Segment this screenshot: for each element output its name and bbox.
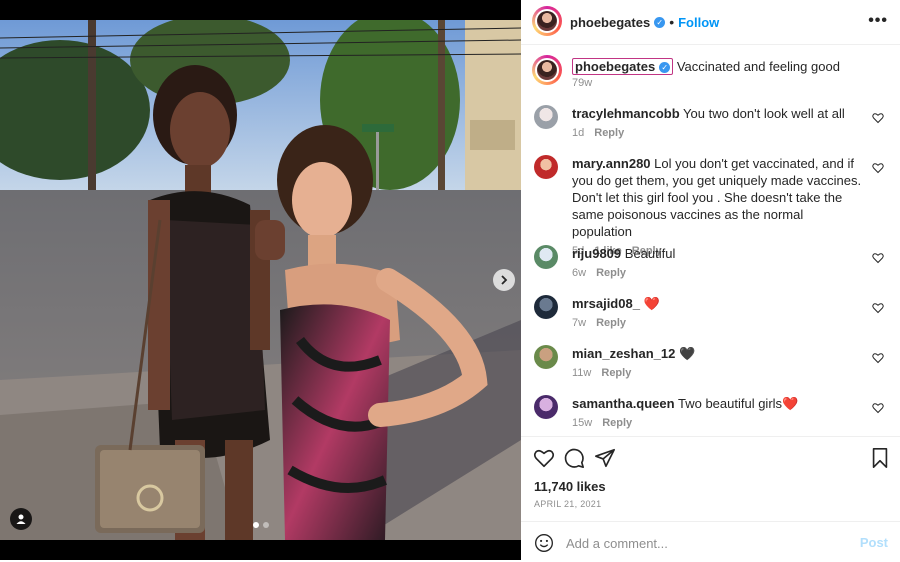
- carousel-dot: [263, 522, 269, 528]
- post-comment-button[interactable]: Post: [860, 535, 888, 550]
- like-comment-heart-icon[interactable]: [872, 302, 884, 314]
- post-photo[interactable]: [0, 20, 521, 540]
- post-date: APRIL 21, 2021: [534, 499, 602, 509]
- comment-username[interactable]: mian_zeshan_12: [572, 346, 675, 361]
- commenter-avatar[interactable]: [534, 395, 558, 419]
- comment-time[interactable]: 7w: [572, 317, 586, 329]
- emoji-smiley-icon[interactable]: [534, 533, 554, 553]
- comment-username[interactable]: riju9809: [572, 246, 621, 261]
- caption-avatar[interactable]: [532, 55, 562, 85]
- reply-button[interactable]: Reply: [596, 267, 626, 279]
- reply-button[interactable]: Reply: [596, 317, 626, 329]
- author-avatar[interactable]: [532, 6, 562, 36]
- comment-username[interactable]: mrsajid08_: [572, 296, 640, 311]
- post-side-panel: phoebegates ✓ • Follow ••• phoebegates ✓ …: [521, 0, 900, 560]
- commenter-avatar[interactable]: [534, 105, 558, 129]
- save-bookmark-icon[interactable]: [870, 447, 890, 469]
- like-heart-icon[interactable]: [533, 447, 555, 469]
- comment-text: 🖤: [678, 346, 696, 361]
- comment-text: Beautiful: [624, 246, 676, 261]
- comment-time[interactable]: 11w: [572, 367, 591, 379]
- post-actions: 11,740 likes APRIL 21, 2021 Post: [521, 436, 900, 561]
- chevron-right-icon: [501, 275, 508, 285]
- like-comment-heart-icon[interactable]: [872, 402, 884, 414]
- commenter-avatar[interactable]: [534, 245, 558, 269]
- comment-text: You two don't look well at all: [683, 106, 845, 121]
- comment-bubble-icon[interactable]: [563, 447, 585, 469]
- like-comment-heart-icon[interactable]: [872, 352, 884, 364]
- comment-username[interactable]: mary.ann280: [572, 156, 651, 171]
- carousel-dot-active: [253, 522, 259, 528]
- comment-time[interactable]: 15w: [572, 417, 592, 429]
- comments-list[interactable]: phoebegates ✓ Vaccinated and feeling good…: [521, 45, 900, 435]
- commenter-avatar[interactable]: [534, 295, 558, 319]
- caption-time[interactable]: 79w: [572, 77, 592, 89]
- carousel-next-button[interactable]: [493, 269, 515, 291]
- reply-button[interactable]: Reply: [594, 127, 624, 139]
- comment-text: Two beautiful girls❤️: [677, 396, 799, 411]
- media-letterbox-bottom: [0, 540, 521, 560]
- commenter-avatar[interactable]: [534, 155, 558, 179]
- likes-count[interactable]: 11,740 likes: [534, 479, 606, 494]
- comment-username[interactable]: samantha.queen: [572, 396, 675, 411]
- add-comment-input[interactable]: [564, 532, 838, 554]
- more-horizontal-icon[interactable]: •••: [868, 12, 888, 30]
- instagram-post-modal: phoebegates ✓ • Follow ••• phoebegates ✓ …: [0, 0, 900, 560]
- verified-badge-icon: ✓: [659, 62, 671, 74]
- caption-text: Vaccinated and feeling good: [676, 59, 840, 74]
- commenter-avatar[interactable]: [534, 345, 558, 369]
- reply-button[interactable]: Reply: [601, 367, 631, 379]
- share-paper-plane-icon[interactable]: [594, 447, 616, 469]
- like-comment-heart-icon[interactable]: [872, 112, 884, 124]
- comment-time[interactable]: 1d: [572, 127, 584, 139]
- post-header: phoebegates ✓ • Follow •••: [521, 0, 900, 45]
- header-separator: •: [669, 14, 675, 30]
- tagged-users-button[interactable]: [10, 508, 32, 530]
- verified-badge-icon: ✓: [654, 16, 666, 28]
- user-tag-icon: [16, 514, 26, 524]
- like-comment-heart-icon[interactable]: [872, 162, 884, 174]
- post-media: [0, 0, 521, 560]
- caption-text-line: phoebegates ✓ Vaccinated and feeling good: [572, 58, 882, 75]
- comment-time[interactable]: 6w: [572, 267, 586, 279]
- comment-text: ❤️: [643, 296, 660, 311]
- author-info: phoebegates ✓ • Follow: [570, 14, 719, 30]
- comment-username[interactable]: tracylehmancobb: [572, 106, 680, 121]
- follow-button[interactable]: Follow: [678, 15, 719, 30]
- like-comment-heart-icon[interactable]: [872, 252, 884, 264]
- media-letterbox-top: [0, 0, 521, 20]
- carousel-indicator: [253, 522, 269, 528]
- reply-button[interactable]: Reply: [602, 417, 632, 429]
- caption-username[interactable]: phoebegates: [575, 59, 655, 74]
- author-username[interactable]: phoebegates: [570, 15, 650, 30]
- comment-composer: Post: [521, 521, 900, 562]
